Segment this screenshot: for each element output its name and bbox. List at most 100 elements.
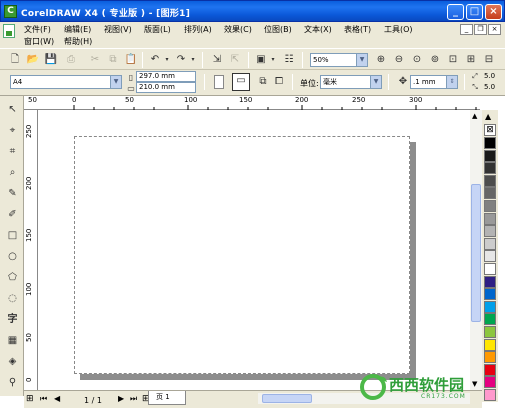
first-page-icon[interactable]: ⏮ (40, 394, 47, 404)
menu-table[interactable]: 表格(T) (344, 24, 371, 35)
menu-layout[interactable]: 版面(L) (144, 24, 171, 35)
copy-icon[interactable]: ⧉ (106, 53, 120, 67)
zoom-in-icon[interactable]: ⊕ (374, 53, 388, 67)
color-swatch[interactable] (484, 351, 496, 364)
landscape-button[interactable]: ▭ (232, 73, 250, 91)
all-pages-icon[interactable]: ⧉ (256, 75, 270, 89)
page-manager-icon[interactable]: ⊞ (26, 394, 34, 404)
color-swatch[interactable] (484, 313, 496, 326)
current-page-icon[interactable]: ⧠ (272, 75, 286, 89)
coreldraw-app-icon[interactable]: C (4, 5, 17, 18)
horizontal-scroll-thumb[interactable] (262, 394, 312, 403)
cut-icon[interactable]: ✂ (88, 53, 102, 67)
color-swatch[interactable] (484, 288, 496, 301)
drawing-page[interactable] (74, 136, 410, 374)
color-swatch[interactable] (484, 162, 496, 175)
doc-restore-button[interactable]: ❐ (474, 24, 487, 35)
open-icon[interactable]: 📂 (26, 53, 40, 67)
paper-type-select[interactable]: A4 ▼ (10, 75, 122, 89)
color-swatch[interactable] (484, 250, 496, 263)
spinner-icon[interactable]: ⇕ (446, 76, 457, 88)
ellipse-tool-icon[interactable]: ○ (5, 249, 20, 264)
crop-tool-icon[interactable]: ⌗ (5, 144, 20, 159)
close-button[interactable]: × (485, 4, 502, 20)
zoom-out-icon[interactable]: ⊖ (392, 53, 406, 67)
zoom-all-objects-icon[interactable]: ⊚ (428, 53, 442, 67)
zoom-selected-icon[interactable]: ⊙ (410, 53, 424, 67)
vertical-ruler[interactable]: 250 200 150 100 50 0 (24, 110, 38, 390)
launcher-dropdown-icon[interactable]: ▾ (266, 53, 280, 67)
scroll-up-icon[interactable]: ▲ (485, 112, 491, 121)
table-tool-icon[interactable]: ▦ (5, 333, 20, 348)
next-page-icon[interactable]: ▶ (118, 394, 124, 403)
duplicate-x-value[interactable]: 5.0 (484, 72, 495, 80)
zoom-tool-icon[interactable]: ⌕ (5, 165, 20, 180)
page-height-input[interactable]: 210.0 mm (136, 82, 196, 93)
color-swatch[interactable] (484, 187, 496, 200)
menu-text[interactable]: 文本(X) (304, 24, 332, 35)
doc-minimize-button[interactable]: _ (460, 24, 473, 35)
save-icon[interactable]: 💾 (44, 53, 58, 67)
new-icon[interactable]: 🗋 (8, 53, 22, 67)
minimize-button[interactable]: _ (447, 4, 464, 20)
duplicate-y-value[interactable]: 5.0 (484, 83, 495, 91)
no-fill-swatch[interactable]: ⊠ (484, 124, 496, 136)
paste-icon[interactable]: 📋 (124, 53, 138, 67)
units-select[interactable]: 毫米 ▼ (320, 75, 382, 89)
color-swatch[interactable] (484, 225, 496, 238)
doc-close-button[interactable]: × (488, 24, 501, 35)
document-icon[interactable] (3, 24, 15, 38)
portrait-icon[interactable] (214, 75, 224, 89)
zoom-width-icon[interactable]: ⊞ (464, 53, 478, 67)
zoom-page-icon[interactable]: ⊡ (446, 53, 460, 67)
menu-arrange[interactable]: 排列(A) (184, 24, 212, 35)
color-swatch[interactable] (484, 275, 496, 288)
menu-help[interactable]: 帮助(H) (64, 36, 92, 47)
scroll-up-icon[interactable]: ▲ (472, 112, 477, 120)
pick-tool-icon[interactable]: ↖ (5, 102, 20, 117)
zoom-height-icon[interactable]: ⊟ (482, 53, 496, 67)
color-swatch[interactable] (484, 149, 496, 162)
eyedropper-tool-icon[interactable]: ⚲ (5, 375, 20, 390)
shape-tool-icon[interactable]: ⌖ (5, 123, 20, 138)
menu-effects[interactable]: 效果(C) (224, 24, 252, 35)
previous-page-icon[interactable]: ◀ (54, 394, 60, 403)
import-icon[interactable]: ⇲ (210, 53, 224, 67)
nudge-distance-input[interactable]: .1 mm ⇕ (410, 75, 458, 89)
freehand-tool-icon[interactable]: ✎ (5, 186, 20, 201)
zoom-level-select[interactable]: 50% ▼ (310, 53, 368, 67)
maximize-button[interactable]: □ (466, 4, 483, 20)
undo-dropdown-icon[interactable]: ▾ (160, 53, 174, 67)
color-swatch[interactable] (484, 326, 496, 338)
color-swatch[interactable] (484, 338, 496, 351)
color-swatch[interactable] (484, 237, 496, 250)
print-icon[interactable]: ⎙ (64, 53, 78, 67)
color-swatch[interactable] (484, 300, 496, 313)
color-swatch[interactable] (484, 174, 496, 187)
color-swatch[interactable] (484, 137, 496, 149)
color-swatch[interactable] (484, 212, 496, 225)
polygon-tool-icon[interactable]: ⬠ (5, 270, 20, 285)
color-swatch[interactable] (484, 200, 496, 212)
menu-tools[interactable]: 工具(O) (384, 24, 413, 35)
menu-view[interactable]: 视图(V) (104, 24, 132, 35)
color-swatch[interactable] (484, 263, 496, 275)
text-tool-icon[interactable]: 字 (5, 312, 20, 327)
page-tab[interactable]: 页 1 (148, 391, 186, 405)
menu-file[interactable]: 文件(F) (24, 24, 51, 35)
welcome-screen-icon[interactable]: ☷ (282, 53, 296, 67)
redo-dropdown-icon[interactable]: ▾ (186, 53, 200, 67)
horizontal-ruler[interactable]: 50 0 50 100 150 200 250 300 (24, 96, 480, 110)
menu-bitmaps[interactable]: 位图(B) (264, 24, 292, 35)
menu-window[interactable]: 窗口(W) (24, 36, 54, 47)
menu-edit[interactable]: 编辑(E) (64, 24, 91, 35)
rectangle-tool-icon[interactable]: □ (5, 228, 20, 243)
interactive-blend-tool-icon[interactable]: ◈ (5, 354, 20, 369)
last-page-icon[interactable]: ⏭ (130, 394, 137, 404)
export-icon[interactable]: ⇱ (228, 53, 242, 67)
vertical-scroll-thumb[interactable] (471, 184, 481, 322)
basic-shapes-tool-icon[interactable]: ◌ (5, 291, 20, 306)
smart-fill-tool-icon[interactable]: ✐ (5, 207, 20, 222)
page-width-input[interactable]: 297.0 mm (136, 71, 196, 82)
nudge-distance-value: .1 mm (413, 78, 436, 86)
